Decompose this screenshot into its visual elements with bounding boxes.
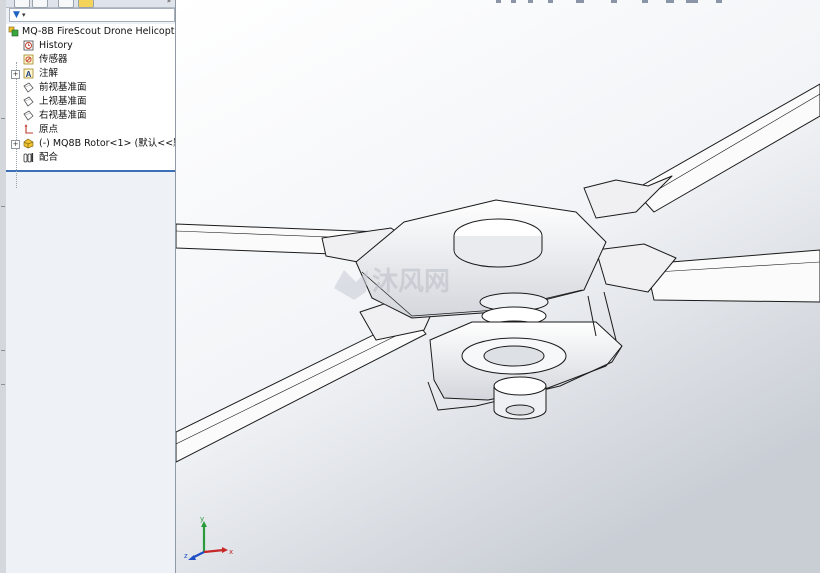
rotor-model-view: 沐风网	[176, 0, 820, 573]
tree-item-label: 配合	[39, 152, 59, 163]
annotation-icon: A	[23, 68, 34, 79]
history-icon	[23, 40, 34, 51]
filter-bar[interactable]: ▼ ▾	[9, 8, 175, 22]
tree-item-root[interactable]: MQ-8B FireScout Drone Helicopter	[6, 25, 176, 39]
tree-item-label: 注解	[39, 68, 59, 79]
expand-toggle[interactable]: +	[11, 140, 20, 149]
expand-toggle[interactable]: +	[11, 70, 20, 79]
part-icon	[23, 138, 34, 149]
tree-item-rotor-part[interactable]: + (-) MQ8B Rotor<1> (默认<<默认>_显示状态 1>)	[6, 137, 175, 151]
edge-tick	[1, 118, 5, 119]
x-axis-arrow	[203, 548, 225, 554]
x-axis-label: x	[229, 548, 233, 556]
feature-tree: MQ-8B FireScout Drone Helicopter History…	[6, 24, 176, 188]
plane-icon	[23, 110, 34, 121]
sensor-icon	[23, 54, 34, 65]
tree-item-label: MQ-8B FireScout Drone Helicopter	[22, 26, 176, 37]
watermark-text: 沐风网	[372, 267, 450, 297]
plane-icon	[23, 82, 34, 93]
funnel-icon[interactable]: ▼	[13, 10, 20, 20]
chevron-down-icon[interactable]: ▾	[22, 10, 26, 20]
origin-icon	[24, 124, 33, 134]
mates-icon	[23, 153, 34, 163]
tree-item-mates[interactable]: 配合	[6, 151, 175, 165]
z-axis-label: z	[184, 552, 188, 560]
tree-item-label: 前视基准面	[39, 82, 87, 93]
graphics-area[interactable]: 沐风网	[176, 0, 820, 573]
tree-item-label: History	[39, 40, 73, 51]
tree-item-front-plane[interactable]: 前视基准面	[6, 81, 175, 95]
tab-configuration-manager[interactable]	[58, 0, 74, 8]
tab-property-manager[interactable]	[32, 0, 48, 8]
edge-tick	[1, 206, 5, 207]
edge-tick	[1, 384, 5, 385]
tab-display-manager[interactable]	[78, 0, 94, 8]
tree-item-label: 原点	[39, 124, 59, 135]
edge-tick	[1, 350, 5, 351]
tree-item-annotations[interactable]: + A 注解	[6, 67, 175, 81]
plane-icon	[23, 96, 34, 107]
tab-feature-manager[interactable]	[14, 0, 30, 8]
collapse-arrows-icon[interactable]: »	[167, 0, 171, 5]
tree-item-label: 上视基准面	[39, 96, 87, 107]
manager-tabs: »	[6, 0, 175, 8]
svg-text:A: A	[26, 70, 32, 79]
tree-item-sensors[interactable]: 传感器	[6, 53, 175, 67]
tree-item-label: (-) MQ8B Rotor<1> (默认<<默认>_显示状态 1>)	[39, 138, 175, 149]
tree-item-right-plane[interactable]: 右视基准面	[6, 109, 175, 123]
tree-item-history[interactable]: History	[6, 39, 175, 53]
feature-manager-panel: » ▼ ▾ MQ-8B FireScout Drone Helicopter H…	[6, 0, 176, 573]
tree-item-label: 右视基准面	[39, 110, 87, 121]
tree-item-top-plane[interactable]: 上视基准面	[6, 95, 175, 109]
y-axis-label: y	[200, 515, 204, 523]
reference-triad: y x z	[184, 515, 233, 560]
tree-item-label: 传感器	[39, 54, 68, 65]
tree-item-origin[interactable]: 原点	[6, 123, 175, 137]
assembly-icon	[8, 26, 19, 37]
